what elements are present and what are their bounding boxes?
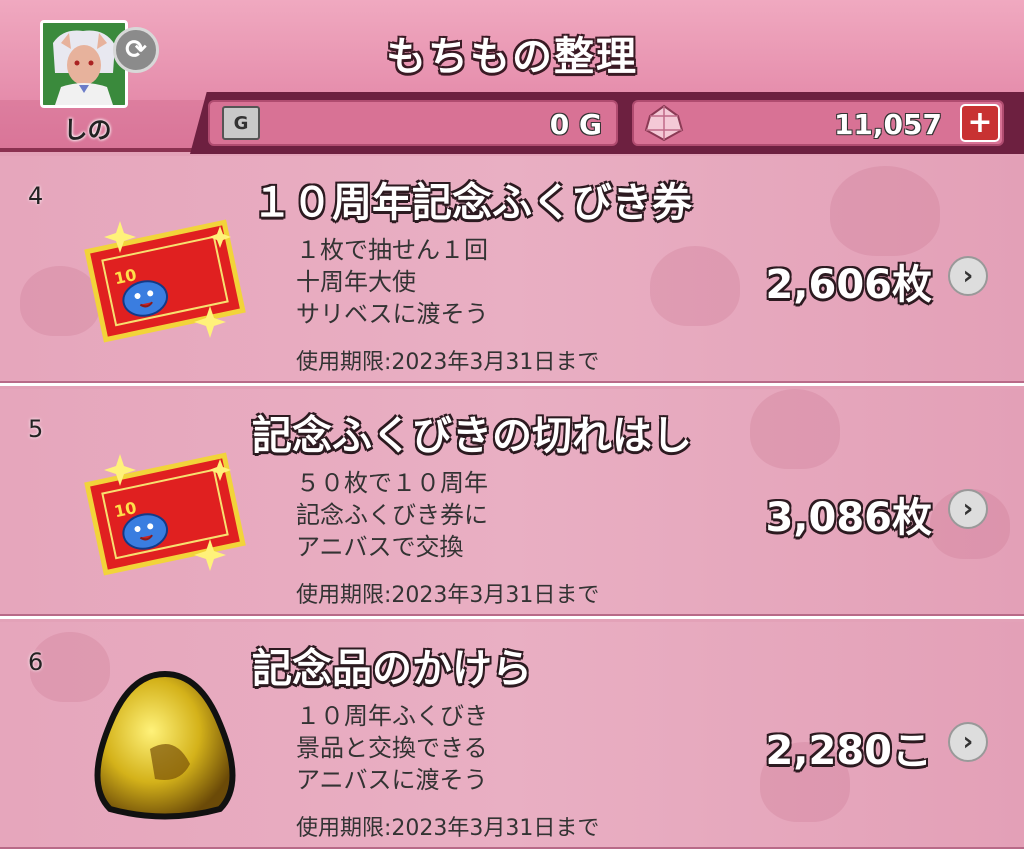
gem-icon [644,104,684,142]
item-description: アニバスで交換 [296,533,464,561]
chevron-right-icon[interactable]: › [948,489,988,529]
header-bar: ⟳ しの もちもの整理 G 0 G 11,057 + [0,0,1024,154]
item-name: 記念ふくびきの切れはし [252,413,692,459]
item-description: ５０枚で１０周年 [296,469,488,497]
item-description: １０周年ふくびき [296,702,488,730]
item-expiry: 使用期限:2023年3月31日まで [296,350,600,375]
bank-icon: G [222,106,260,140]
item-description: １枚で抽せん１回 [296,236,488,264]
item-name: 記念品のかけら [252,646,532,692]
gold-display: G 0 G [208,100,618,146]
gem-display: 11,057 + [632,100,1004,146]
item-quantity: 3,086枚 [765,495,932,541]
chevron-right-icon[interactable]: › [948,722,988,762]
slime-watermark [650,246,740,326]
gold-fragment-icon [94,670,236,820]
list-item[interactable]: 4 10 １０周年記念ふくびき券 １枚で抽せん１回 十周年大使 サリベスに渡そう… [0,156,1024,386]
page-title: もちもの整理 [386,34,638,80]
item-quantity: 2,606枚 [765,262,932,308]
item-description: アニバスに渡そう [296,766,488,794]
item-index: 4 [28,182,44,210]
player-name: しの [63,116,112,144]
item-name: １０周年記念ふくびき券 [252,180,692,226]
ticket-icon: 10 [84,219,246,343]
gold-value: 0 G [549,108,602,141]
item-description: 記念ふくびき券に [296,501,488,529]
item-index: 6 [28,648,44,676]
item-quantity: 2,280こ [765,728,932,774]
item-description: 十周年大使 [296,268,416,296]
list-item[interactable]: 6 記念品のかけら １０周年ふくびき 景品と交換できる アニバスに渡そう 使用期… [0,622,1024,850]
item-list: 4 10 １０周年記念ふくびき券 １枚で抽せん１回 十周年大使 サリベスに渡そう… [0,156,1024,850]
item-description: サリベスに渡そう [296,300,489,328]
list-item[interactable]: 5 10 記念ふくびきの切れはし ５０枚で１０周年 記念ふくびき券に アニバスで… [0,389,1024,619]
slime-watermark [750,389,840,469]
chevron-right-icon[interactable]: › [948,256,988,296]
add-gems-button[interactable]: + [960,104,1000,142]
item-expiry: 使用期限:2023年3月31日まで [296,583,600,608]
ticket-icon: 10 [84,452,246,576]
item-index: 5 [28,415,44,443]
slime-watermark [830,166,940,256]
item-description: 景品と交換できる [296,734,488,762]
item-expiry: 使用期限:2023年3月31日まで [296,816,600,841]
gem-value: 11,057 [833,108,942,141]
